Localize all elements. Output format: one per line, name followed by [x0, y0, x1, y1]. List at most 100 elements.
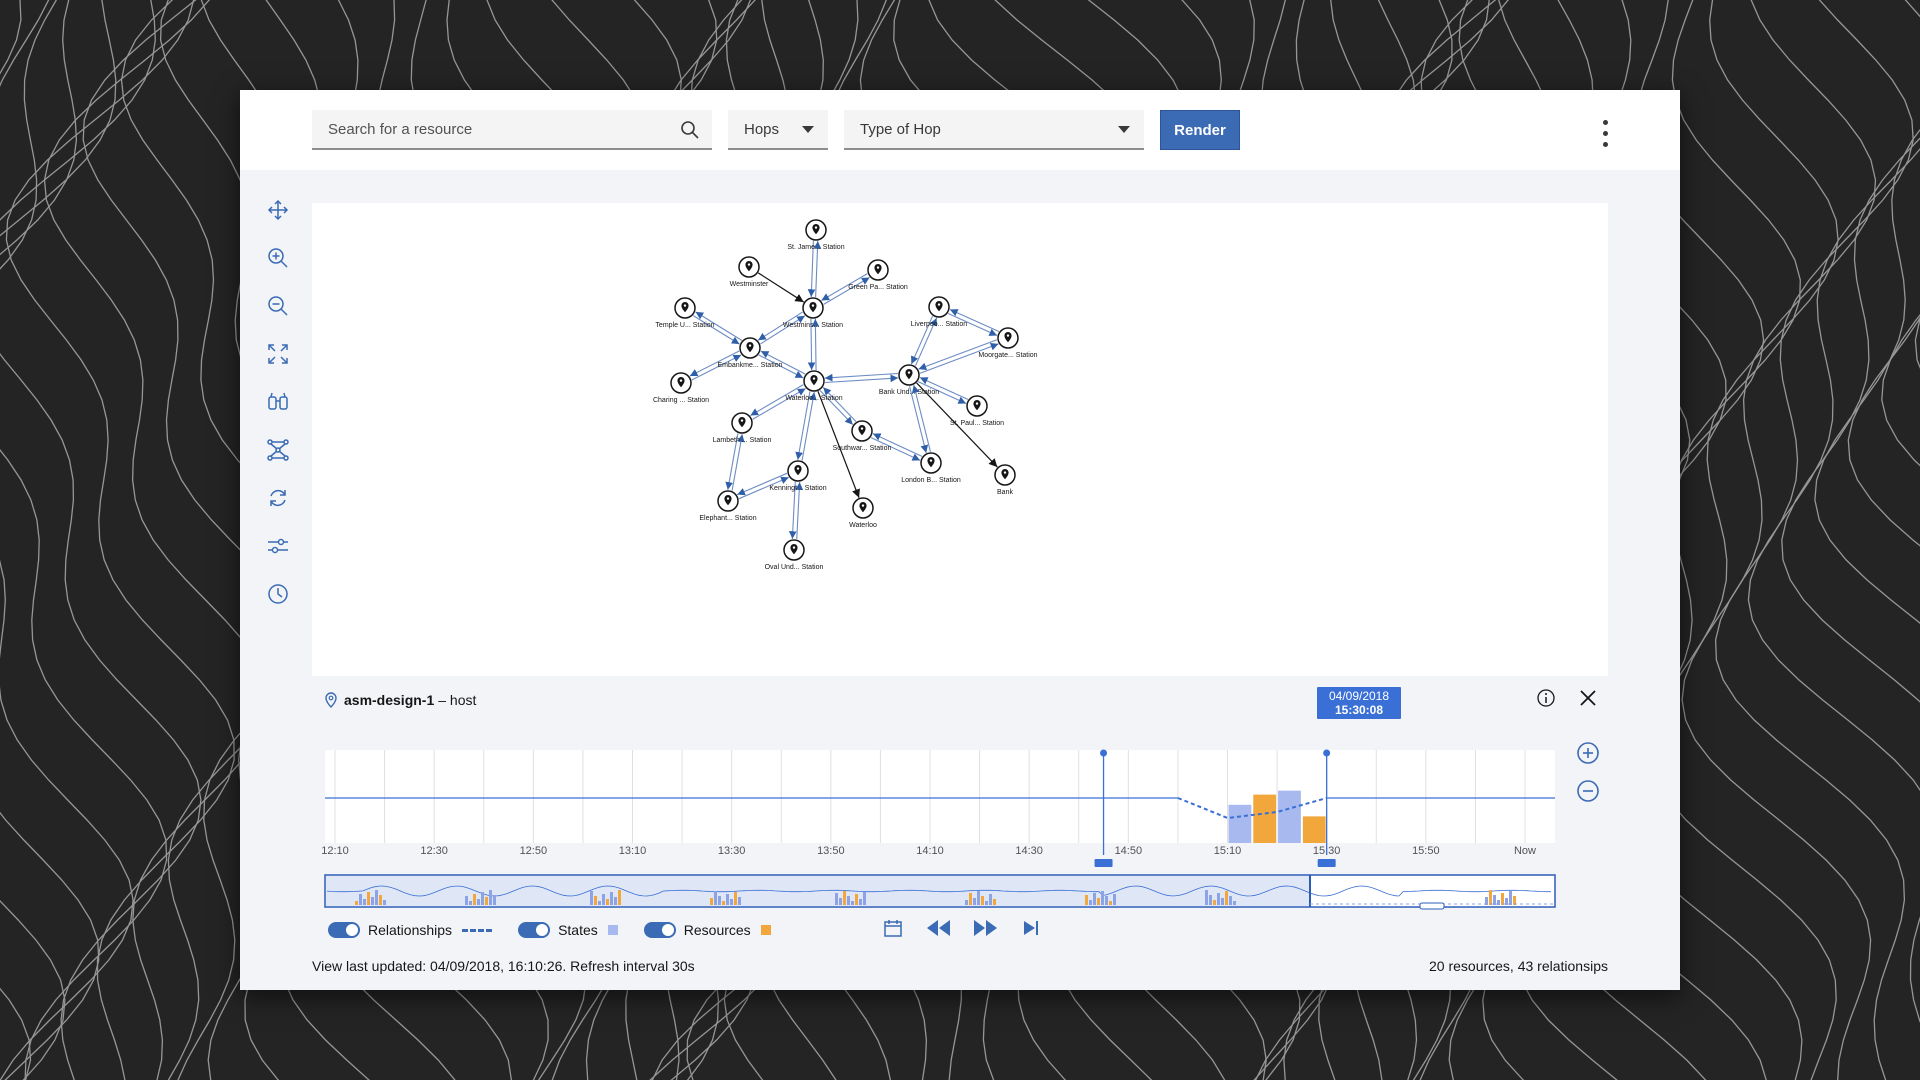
info-icon[interactable] — [1535, 687, 1557, 709]
tooltip-time: 15:30:08 — [1334, 703, 1384, 717]
time-cursor-drag-handle[interactable] — [1094, 859, 1113, 867]
relationship-edge[interactable] — [692, 315, 740, 345]
topology-node[interactable]: Charing ... Station — [653, 372, 709, 404]
toggle-switch[interactable] — [328, 922, 360, 938]
move-icon[interactable] — [258, 190, 298, 230]
topology-node[interactable]: Elephant... Station — [699, 490, 757, 522]
hop-type-select[interactable]: Type of Hop — [844, 110, 1144, 150]
find-binoculars-icon[interactable] — [258, 382, 298, 422]
toggle-switch[interactable] — [518, 922, 551, 938]
timeline-tick-label: 13:30 — [718, 845, 746, 857]
zoom-out-icon[interactable] — [258, 286, 298, 326]
relationships-label: Relationships — [368, 922, 453, 938]
calendar-icon[interactable] — [880, 915, 906, 941]
time-cursor-handle[interactable] — [1100, 749, 1108, 757]
chevron-down-icon — [1118, 126, 1130, 133]
relationship-edge[interactable] — [752, 387, 806, 420]
relationship-edge[interactable] — [908, 386, 929, 453]
timeline-tick-label: 12:30 — [420, 845, 448, 857]
timeline-tick-label: 13:10 — [619, 845, 647, 857]
close-icon[interactable] — [1576, 686, 1600, 710]
fit-to-screen-icon[interactable] — [258, 334, 298, 374]
topology-node[interactable]: Waterloo... Station — [785, 370, 843, 402]
topology-node[interactable]: Oval Und... Station — [765, 539, 824, 571]
overview-bar — [355, 901, 358, 905]
overview-scroll-handle[interactable] — [1419, 902, 1445, 910]
refresh-icon[interactable] — [258, 478, 298, 518]
overview-bar — [359, 894, 362, 905]
states-toggle[interactable]: States — [518, 922, 618, 938]
overview-bar — [734, 892, 737, 905]
topology-node[interactable]: Temple U... Station — [655, 297, 715, 329]
time-cursor-handle[interactable] — [1323, 749, 1331, 757]
overview-bar — [610, 892, 613, 905]
resource-bar[interactable] — [1302, 816, 1326, 843]
overview-bar — [1089, 900, 1092, 905]
topology-node[interactable]: Green Pa... Station — [848, 259, 908, 291]
topology-node[interactable]: Westmins... Station — [783, 297, 843, 329]
topology-node[interactable]: Southwar... Station — [833, 420, 892, 452]
topology-node[interactable]: St. Jame... Station — [787, 219, 845, 251]
overview-bar — [473, 894, 476, 905]
topology-node[interactable]: St. Paul... Station — [950, 395, 1004, 427]
topology-node[interactable]: Waterloo — [849, 497, 877, 529]
relationship-edge[interactable] — [825, 374, 899, 384]
topology-node[interactable]: Embankme... Station — [718, 337, 783, 369]
relationships-toggle[interactable]: Relationships — [328, 922, 493, 938]
topology-node[interactable]: Westminster — [730, 256, 769, 288]
state-bar[interactable] — [1278, 790, 1301, 843]
search-input[interactable] — [312, 110, 712, 148]
overview-bar — [481, 892, 484, 905]
hops-select[interactable]: Hops — [728, 110, 828, 150]
overflow-menu-icon[interactable] — [1600, 120, 1610, 154]
timeline-tick-label: 12:10 — [321, 845, 349, 857]
topology-node[interactable]: Bank — [994, 464, 1016, 496]
overview-bar — [469, 901, 472, 905]
node-label: London B... Station — [901, 477, 961, 484]
tool-rail — [258, 190, 298, 622]
timeline-zoom-controls — [1575, 740, 1601, 816]
topology-node[interactable]: Liverpoo... Station — [911, 296, 968, 328]
search-box[interactable] — [312, 110, 712, 150]
overview-bar — [985, 901, 988, 905]
filter-sliders-icon[interactable] — [258, 526, 298, 566]
node-label: Moorgate... Station — [978, 352, 1037, 359]
zoom-out-circle-icon[interactable] — [1575, 778, 1601, 804]
overview-bar — [839, 898, 842, 905]
overview-bar — [718, 896, 721, 905]
topology-node[interactable]: London B... Station — [901, 452, 961, 484]
node-label: Westminster — [730, 281, 769, 288]
resources-legend-swatch — [760, 925, 771, 935]
search-icon[interactable] — [680, 120, 700, 140]
zoom-in-icon[interactable] — [258, 238, 298, 278]
overview-bar — [1505, 898, 1508, 905]
resource-bar[interactable] — [1253, 794, 1277, 843]
topology-canvas[interactable]: St. Jame... Station Westminster Green Pa..… — [312, 203, 1608, 676]
node-label: Waterloo — [849, 522, 877, 529]
node-label: Elephant... Station — [699, 515, 756, 522]
topology-icon[interactable] — [258, 430, 298, 470]
topology-node[interactable]: Lambeth ... Station — [713, 412, 772, 444]
state-bar[interactable] — [1228, 804, 1252, 843]
node-label: Waterloo... Station — [785, 395, 842, 402]
timeline-tick-label: Now — [1514, 845, 1536, 857]
node-label: Southwar... Station — [833, 445, 892, 452]
skip-to-end-icon[interactable] — [1018, 915, 1044, 941]
rewind-icon[interactable] — [926, 915, 952, 941]
timeline-plot-area[interactable] — [325, 750, 1555, 843]
topology-graph[interactable]: St. Jame... Station Westminster Green Pa..… — [312, 203, 1608, 676]
overview-bar — [1233, 901, 1236, 905]
location-pin-icon — [325, 692, 337, 708]
resources-toggle[interactable]: Resources — [643, 922, 771, 938]
overview-bar — [1501, 893, 1504, 905]
overview-bar — [1109, 901, 1112, 905]
fast-forward-icon[interactable] — [972, 915, 998, 941]
relationship-edge[interactable] — [824, 372, 898, 382]
render-button[interactable]: Render — [1160, 110, 1240, 150]
relationship-edge[interactable] — [760, 315, 806, 345]
history-clock-icon[interactable] — [258, 574, 298, 614]
topology-node[interactable]: Kenningt... Station — [769, 460, 827, 492]
time-cursor-drag-handle[interactable] — [1317, 859, 1336, 867]
toggle-switch[interactable] — [643, 922, 676, 938]
zoom-in-circle-icon[interactable] — [1575, 740, 1601, 766]
